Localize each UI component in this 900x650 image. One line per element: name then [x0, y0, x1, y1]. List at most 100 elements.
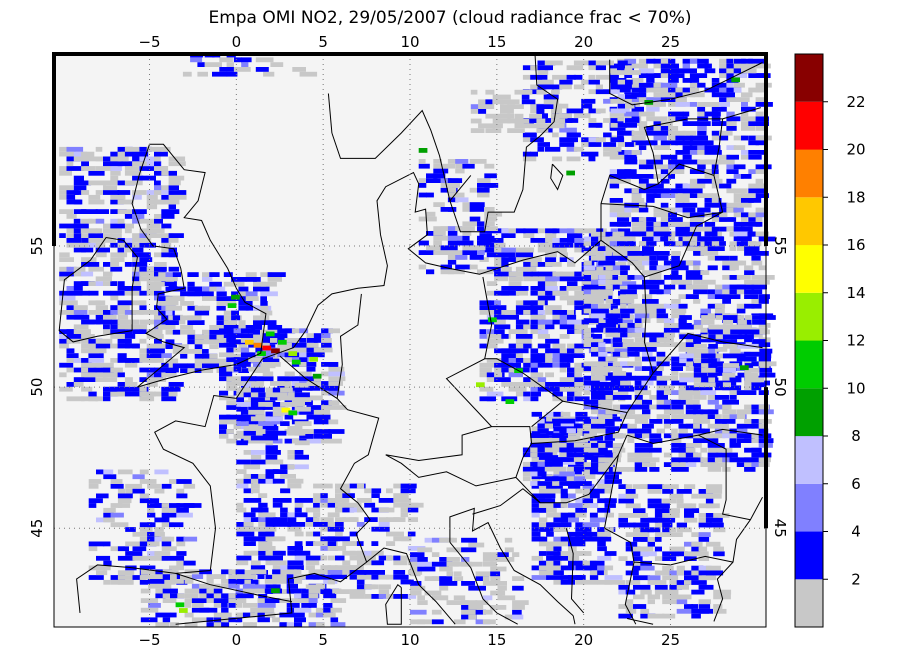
no2-pixel — [531, 531, 541, 537]
no2-pixel — [139, 305, 147, 310]
no2-pixel — [546, 555, 562, 561]
no2-pixel — [66, 214, 77, 219]
no2-pixel — [671, 462, 679, 467]
no2-pixel — [574, 348, 584, 354]
no2-pixel — [497, 590, 506, 596]
no2-pixel — [146, 194, 158, 200]
no2-pixel — [634, 375, 650, 381]
no2-pixel — [117, 247, 125, 253]
no2-pixel — [531, 512, 540, 518]
no2-pixel — [633, 532, 650, 537]
no2-pixel — [595, 137, 606, 143]
no2-pixel — [81, 166, 96, 171]
no2-pixel-high — [227, 303, 237, 308]
no2-pixel — [73, 382, 84, 387]
no2-pixel — [573, 452, 589, 458]
no2-pixel — [603, 142, 617, 147]
no2-pixel — [660, 154, 678, 160]
no2-pixel — [574, 372, 582, 378]
no2-pixel — [477, 240, 491, 246]
no2-pixel — [544, 60, 563, 66]
no2-pixel — [704, 63, 712, 69]
no2-pixel — [733, 164, 746, 170]
no2-pixel — [597, 531, 611, 537]
no2-pixel — [349, 594, 365, 599]
no2-pixel-high — [731, 77, 740, 83]
no2-pixel — [682, 207, 696, 213]
no2-pixel — [124, 377, 133, 382]
no2-pixel — [223, 320, 238, 325]
no2-pixel — [537, 300, 545, 306]
no2-pixel — [546, 507, 557, 513]
no2-pixel — [335, 522, 344, 527]
no2-pixel — [676, 498, 684, 504]
no2-pixel — [638, 68, 655, 74]
no2-pixel — [258, 512, 276, 518]
no2-pixel — [546, 575, 563, 580]
no2-pixel — [88, 498, 103, 504]
no2-pixel — [675, 150, 692, 155]
no2-pixel — [477, 192, 490, 198]
no2-pixel — [748, 241, 757, 246]
no2-pixel — [484, 163, 495, 169]
no2-pixel — [640, 546, 654, 552]
no2-pixel — [132, 290, 141, 296]
no2-pixel — [508, 372, 523, 378]
no2-pixel — [250, 382, 264, 388]
no2-pixel — [634, 452, 653, 458]
no2-pixel — [604, 565, 614, 571]
no2-pixel — [161, 166, 168, 171]
no2-pixel — [531, 555, 543, 561]
no2-pixel — [482, 552, 491, 557]
no2-pixel — [103, 161, 111, 167]
lat-tick-label-left: 55 — [28, 236, 46, 255]
no2-pixel — [649, 419, 663, 424]
no2-pixel — [676, 522, 687, 528]
no2-pixel — [478, 109, 487, 114]
no2-pixel — [103, 190, 120, 195]
no2-pixel — [544, 423, 553, 429]
no2-pixel — [653, 236, 661, 242]
no2-pixel — [736, 308, 746, 314]
no2-pixel — [221, 622, 230, 627]
no2-pixel — [662, 498, 677, 504]
no2-pixel — [669, 493, 684, 499]
no2-pixel — [567, 353, 585, 358]
no2-pixel — [755, 217, 763, 222]
no2-pixel — [284, 371, 295, 377]
no2-pixel — [154, 161, 161, 167]
no2-pixel — [250, 450, 265, 455]
no2-pixel — [154, 214, 162, 219]
no2-pixel — [567, 310, 574, 315]
colorbar-label: 22 — [846, 93, 865, 111]
no2-pixel — [88, 348, 107, 354]
no2-pixel — [393, 493, 409, 498]
no2-pixel-high — [271, 348, 280, 354]
no2-pixel — [73, 305, 88, 310]
no2-pixel — [393, 483, 401, 489]
no2-pixel — [617, 221, 631, 227]
no2-pixel — [656, 351, 666, 357]
no2-pixel — [446, 600, 455, 605]
no2-pixel — [194, 363, 203, 369]
no2-pixel — [95, 146, 103, 152]
no2-pixel — [676, 599, 688, 605]
no2-pixel — [719, 68, 727, 74]
no2-pixel — [671, 467, 689, 472]
no2-pixel — [553, 551, 562, 556]
no2-pixel — [726, 164, 735, 170]
no2-pixel — [545, 324, 555, 330]
no2-pixel — [668, 78, 679, 83]
colorbar-bin — [795, 483, 823, 532]
no2-pixel — [191, 574, 204, 579]
no2-pixel — [583, 289, 591, 295]
no2-pixel — [566, 457, 575, 462]
no2-pixel — [356, 589, 364, 594]
no2-pixel — [265, 450, 281, 455]
no2-pixel — [634, 303, 643, 309]
no2-pixel — [486, 281, 498, 286]
no2-pixel — [500, 113, 515, 119]
no2-pixel — [73, 218, 81, 224]
no2-pixel — [328, 419, 339, 425]
no2-pixel — [492, 94, 511, 100]
